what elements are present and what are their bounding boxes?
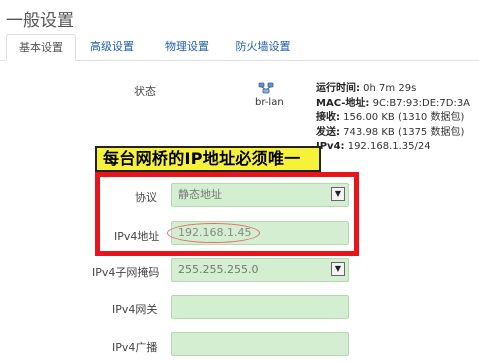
- status-details: 运行时间: 0h 7m 29s MAC-地址: 9C:B7:93:DE:7D:3…: [316, 82, 470, 155]
- tab-basic-settings[interactable]: 基本设置: [6, 34, 76, 61]
- ipv4-netmask-select[interactable]: 255.255.255.0 ▼: [171, 258, 349, 282]
- ipv4-netmask-value: 255.255.255.0: [178, 263, 259, 276]
- tab-advanced-settings[interactable]: 高级设置: [82, 34, 142, 59]
- uptime-row: 运行时间: 0h 7m 29s: [316, 83, 417, 94]
- ipv4-row: IPv4: 192.168.1.35/24: [316, 141, 431, 152]
- tab-physical-settings[interactable]: 物理设置: [157, 34, 217, 59]
- ipv4-gateway-label: IPv4网关: [112, 303, 158, 316]
- chevron-down-icon: ▼: [331, 187, 345, 201]
- ipv4-address-label: IPv4地址: [114, 230, 160, 243]
- protocol-label: 协议: [135, 191, 157, 204]
- tab-bar: 基本设置 高级设置 物理设置 防火墙设置: [0, 34, 479, 61]
- status-label: 状态: [134, 85, 156, 98]
- tx-row: 发送: 743.98 KB (1375 数据包): [316, 126, 465, 138]
- ipv4-broadcast-input[interactable]: [171, 332, 349, 356]
- ipv4-gateway-input[interactable]: [171, 295, 349, 319]
- rx-row: 接收: 156.00 KB (1310 数据包): [316, 112, 465, 123]
- protocol-value: 静态地址: [178, 188, 222, 201]
- interface-name: br-lan: [255, 97, 284, 108]
- page-title: 一般设置: [6, 11, 74, 31]
- annotation-ellipse: [167, 223, 260, 243]
- tab-firewall-settings[interactable]: 防火墙设置: [230, 34, 296, 59]
- chevron-down-icon: ▼: [331, 262, 345, 276]
- ipv4-broadcast-label: IPv4广播: [112, 341, 158, 354]
- ipv4-netmask-label: IPv4子网掩码: [92, 266, 160, 279]
- mac-row: MAC-地址: 9C:B7:93:DE:7D:3A: [316, 97, 471, 109]
- protocol-select[interactable]: 静态地址 ▼: [171, 183, 349, 207]
- annotation-banner: 每台网桥的IP地址必须唯一: [95, 146, 321, 172]
